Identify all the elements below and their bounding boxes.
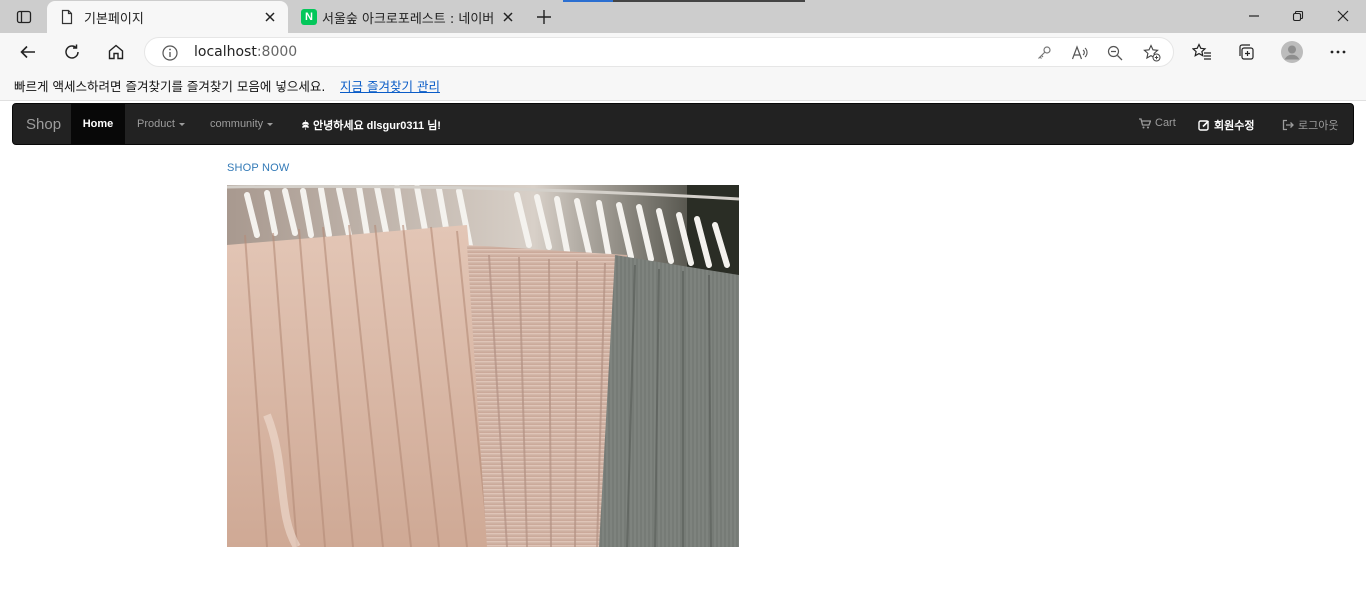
site-navbar: Shop Home Product community 안녕하세요 dlsgur… — [12, 103, 1354, 145]
url-host: localhost — [194, 44, 257, 60]
favorites-icon[interactable] — [1188, 38, 1216, 66]
nav-logout-label: 로그아웃 — [1298, 120, 1339, 132]
logout-icon — [1282, 119, 1294, 131]
add-favorite-icon[interactable] — [1142, 43, 1162, 63]
shop-now-link[interactable]: SHOP NOW — [227, 162, 290, 174]
manage-favorites-link[interactable]: 지금 즐겨찾기 관리 — [340, 76, 440, 95]
nav-cart[interactable]: Cart — [1139, 117, 1176, 129]
home-icon[interactable] — [102, 38, 130, 66]
close-tab-icon[interactable] — [500, 9, 516, 25]
profile-avatar-icon[interactable] — [1278, 38, 1306, 66]
greeting-text: 안녕하세요 dlsgur0311 님! — [313, 120, 441, 132]
nav-community-label: community — [210, 118, 264, 130]
naver-icon: N — [301, 9, 317, 25]
caret-down-icon — [178, 122, 185, 126]
browser-tab[interactable]: N 서울숲 아크로포레스트 : 네이버 — [289, 1, 526, 33]
nav-home-label: Home — [82, 118, 114, 130]
nav-logout[interactable]: 로그아웃 — [1282, 117, 1338, 133]
read-aloud-icon[interactable] — [1070, 43, 1090, 63]
browser-tab-active[interactable]: 기본페이지 — [47, 1, 288, 33]
greeting: 안녕하세요 dlsgur0311 님! — [301, 117, 441, 133]
url-port: :8000 — [256, 44, 298, 60]
browser-tab-strip: 기본페이지 N 서울숲 아크로포레스트 : 네이버 — [0, 0, 1366, 33]
tab-actions-icon[interactable] — [10, 6, 38, 28]
close-window-icon[interactable] — [1325, 4, 1361, 28]
key-icon[interactable] — [1034, 43, 1054, 63]
restore-icon[interactable] — [1280, 4, 1316, 28]
collections-icon[interactable] — [1232, 38, 1260, 66]
nav-edit-profile[interactable]: 회원수정 — [1198, 117, 1254, 133]
url-text[interactable]: localhost:8000 — [194, 44, 297, 60]
nav-edit-profile-label: 회원수정 — [1214, 120, 1255, 132]
nav-cart-label: Cart — [1155, 117, 1176, 129]
close-tab-icon[interactable] — [262, 9, 278, 25]
info-icon[interactable] — [161, 44, 179, 62]
brand-link[interactable]: Shop — [26, 116, 61, 133]
caret-down-icon — [267, 122, 274, 126]
page-icon — [59, 9, 75, 25]
nav-product-label: Product — [137, 118, 175, 130]
clothing-rack-image — [227, 185, 739, 547]
grain-icon — [302, 120, 309, 130]
zoom-out-icon[interactable] — [1105, 43, 1125, 63]
browser-toolbar: localhost:8000 — [0, 33, 1366, 70]
nav-home[interactable]: Home — [71, 104, 125, 144]
edit-icon — [1198, 120, 1210, 131]
nav-product-dropdown[interactable]: Product — [137, 104, 185, 144]
address-bar[interactable]: localhost:8000 — [144, 37, 1174, 67]
nav-community-dropdown[interactable]: community — [210, 104, 274, 144]
back-icon[interactable] — [14, 38, 42, 66]
more-options-icon[interactable] — [1324, 38, 1352, 66]
tab-title: 기본페이지 — [84, 12, 144, 27]
hero-image-clothing-rack[interactable] — [227, 185, 739, 547]
new-tab-icon[interactable] — [532, 6, 556, 28]
tab-drag-indicator — [563, 0, 805, 2]
favorites-bar-message: 빠르게 액세스하려면 즐겨찾기를 즐겨찾기 모음에 넣으세요. — [14, 79, 326, 94]
refresh-icon[interactable] — [58, 38, 86, 66]
tab-title: 서울숲 아크로포레스트 : 네이버 — [322, 12, 494, 27]
favorites-bar: 빠르게 액세스하려면 즐겨찾기를 즐겨찾기 모음에 넣으세요. 지금 즐겨찾기 … — [0, 70, 1366, 101]
minimize-icon[interactable] — [1236, 4, 1272, 28]
shopping-cart-icon — [1139, 117, 1151, 128]
